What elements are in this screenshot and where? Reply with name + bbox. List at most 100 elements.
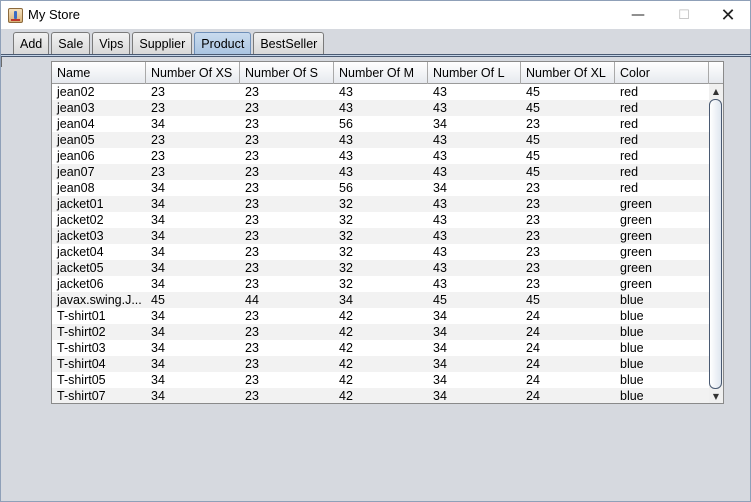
table-cell: green — [620, 245, 652, 259]
table-cell: 34 — [433, 117, 447, 131]
table-row[interactable]: T-shirt04 34 23 42 34 24 blue — [52, 356, 709, 372]
table-row[interactable]: jean08 34 23 56 34 23 red — [52, 180, 709, 196]
table-cell: 56 — [339, 117, 353, 131]
table-cell: 23 — [245, 85, 259, 99]
column-header-xs[interactable]: Number Of XS — [146, 62, 240, 84]
table-cell: 45 — [526, 101, 540, 115]
tab-sale[interactable]: Sale — [51, 32, 91, 55]
table-cell: 34 — [151, 309, 165, 323]
scroll-down-icon[interactable]: ▼ — [709, 389, 723, 403]
table-row[interactable]: jacket02 34 23 32 43 23 green — [52, 212, 709, 228]
table-row[interactable]: jacket04 34 23 32 43 23 green — [52, 244, 709, 260]
tab-panel-border — [1, 54, 751, 57]
table-body: jean02 23 23 43 43 45 red jean03 23 23 43 43 45 red je… — [52, 84, 709, 403]
column-header-name[interactable]: Name — [52, 62, 146, 84]
table-cell: 23 — [245, 133, 259, 147]
table-cell: 24 — [526, 325, 540, 339]
table-cell: 43 — [433, 149, 447, 163]
table-cell: jacket06 — [57, 277, 104, 291]
table-row[interactable]: jean03 23 23 43 43 45 red — [52, 100, 709, 116]
table-cell: 23 — [526, 181, 540, 195]
column-header-color[interactable]: Color — [615, 62, 709, 84]
scrollbar-thumb[interactable] — [709, 99, 722, 389]
table-row[interactable]: jacket06 34 23 32 43 23 green — [52, 276, 709, 292]
table-row[interactable]: jacket01 34 23 32 43 23 green — [52, 196, 709, 212]
table-row[interactable]: T-shirt02 34 23 42 34 24 blue — [52, 324, 709, 340]
minimize-button[interactable]: — — [615, 1, 661, 29]
table-cell: green — [620, 261, 652, 275]
table-row[interactable]: jacket03 34 23 32 43 23 green — [52, 228, 709, 244]
tab-supplier[interactable]: Supplier — [132, 32, 193, 55]
table-cell: blue — [620, 341, 644, 355]
table-cell: 23 — [245, 325, 259, 339]
table-cell: jean02 — [57, 85, 95, 99]
table-row[interactable]: T-shirt01 34 23 42 34 24 blue — [52, 308, 709, 324]
scroll-up-icon[interactable]: ▲ — [709, 84, 723, 98]
column-header-s[interactable]: Number Of S — [240, 62, 334, 84]
table-cell: 23 — [245, 117, 259, 131]
table-cell: 42 — [339, 357, 353, 371]
close-button[interactable]: ✕ — [705, 1, 751, 29]
table-cell: 43 — [433, 197, 447, 211]
window-title: My Store — [28, 7, 81, 22]
tab-vips[interactable]: Vips — [92, 32, 131, 55]
table-row[interactable]: T-shirt07 34 23 42 34 24 blue — [52, 388, 709, 403]
table-cell: 23 — [151, 85, 165, 99]
table-row[interactable]: T-shirt05 34 23 42 34 24 blue — [52, 372, 709, 388]
table-cell: 23 — [245, 165, 259, 179]
table-cell: 34 — [151, 229, 165, 243]
table-row[interactable]: jean07 23 23 43 43 45 red — [52, 164, 709, 180]
table-row[interactable]: javax.swing.J... 45 44 34 45 45 blue — [52, 292, 709, 308]
table-cell: blue — [620, 373, 644, 387]
table-cell: 43 — [433, 213, 447, 227]
table-cell: 23 — [245, 197, 259, 211]
table-cell: 34 — [151, 277, 165, 291]
table-cell: 23 — [245, 101, 259, 115]
table-cell: 23 — [245, 229, 259, 243]
table-cell: 24 — [526, 341, 540, 355]
table-cell: 23 — [526, 117, 540, 131]
column-header-m[interactable]: Number Of M — [334, 62, 428, 84]
table-cell: 34 — [151, 357, 165, 371]
table-cell: 34 — [151, 213, 165, 227]
table-cell: 43 — [433, 101, 447, 115]
table-cell: green — [620, 229, 652, 243]
maximize-button[interactable]: ☐ — [661, 1, 707, 29]
table-cell: 34 — [339, 293, 353, 307]
tab-bestseller[interactable]: BestSeller — [253, 32, 325, 55]
table-cell: red — [620, 181, 639, 195]
table-cell: 23 — [245, 261, 259, 275]
table-row[interactable]: jean05 23 23 43 43 45 red — [52, 132, 709, 148]
table-cell: T-shirt02 — [57, 325, 106, 339]
table-cell: 43 — [433, 277, 447, 291]
table-header: Name Number Of XS Number Of S Number Of … — [52, 62, 709, 84]
column-header-xl[interactable]: Number Of XL — [521, 62, 615, 84]
table-cell: 23 — [526, 229, 540, 243]
tab-product[interactable]: Product — [194, 32, 252, 55]
column-header-l[interactable]: Number Of L — [428, 62, 521, 84]
table-row[interactable]: T-shirt03 34 23 42 34 24 blue — [52, 340, 709, 356]
table-cell: 34 — [433, 357, 447, 371]
table-cell: jacket03 — [57, 229, 104, 243]
tab-add[interactable]: Add — [13, 32, 50, 55]
table-row[interactable]: jean06 23 23 43 43 45 red — [52, 148, 709, 164]
table-row[interactable]: jean02 23 23 43 43 45 red — [52, 84, 709, 100]
table-cell: jacket04 — [57, 245, 104, 259]
table-cell: 34 — [151, 373, 165, 387]
table-cell: 42 — [339, 341, 353, 355]
table-cell: 32 — [339, 277, 353, 291]
table-cell: jacket01 — [57, 197, 104, 211]
table-cell: 34 — [433, 341, 447, 355]
app-window: My Store — ☐ ✕ Add Sale Vips Supplier Pr… — [0, 0, 751, 502]
table-row[interactable]: jean04 34 23 56 34 23 red — [52, 116, 709, 132]
table-cell: 23 — [526, 245, 540, 259]
table-cell: T-shirt04 — [57, 357, 106, 371]
table-row[interactable]: jacket05 34 23 32 43 23 green — [52, 260, 709, 276]
product-table: Name Number Of XS Number Of S Number Of … — [51, 61, 724, 404]
table-cell: 23 — [151, 165, 165, 179]
table-cell: green — [620, 197, 652, 211]
vertical-scrollbar[interactable]: ▲ ▼ — [709, 84, 723, 403]
table-cell: red — [620, 117, 639, 131]
table-cell: blue — [620, 325, 644, 339]
table-cell: 32 — [339, 229, 353, 243]
